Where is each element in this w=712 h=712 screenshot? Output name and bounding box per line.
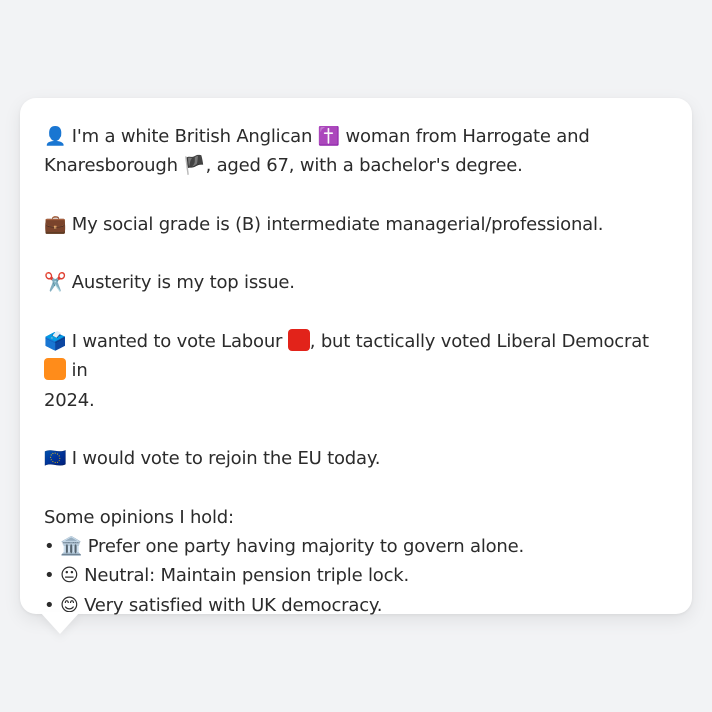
eu-text: I would vote to rejoin the EU today.: [71, 448, 381, 470]
vote-text-3: in: [71, 360, 88, 382]
identity-line: 👤 I'm a white British Anglican ✝️ woman …: [44, 122, 668, 181]
opinion-text: Prefer one party having majority to gove…: [87, 536, 525, 558]
opinion-item: • 🏛️ Prefer one party having majority to…: [44, 532, 668, 561]
eu-flag-icon: 🇪🇺: [44, 448, 67, 470]
scissors-icon: ✂️: [44, 272, 67, 294]
opinion-item: • 😊 Very satisfied with UK democracy.: [44, 591, 668, 620]
labour-color-square-icon: [287, 329, 310, 352]
opinions-heading: Some opinions I hold:: [44, 506, 234, 528]
briefcase-icon: 💼: [44, 213, 67, 235]
cross-icon: ✝️: [317, 126, 340, 147]
identity-text-3: Knaresborough: [44, 155, 178, 177]
opinion-text: Very satisfied with UK democracy.: [84, 594, 383, 616]
opinion-text: Neutral: Maintain pension triple lock.: [84, 565, 410, 587]
persona-text: 👤 I'm a white British Anglican ✝️ woman …: [44, 122, 668, 620]
bullet: •: [44, 536, 55, 558]
bubble-tail: [40, 612, 80, 634]
libdem-color-square-icon: [44, 358, 66, 381]
persona-bubble: 👤 I'm a white British Anglican ✝️ woman …: [20, 98, 692, 616]
vote-text-4: 2024.: [44, 389, 95, 411]
top-issue-text: Austerity is my top issue.: [71, 272, 295, 294]
vote-line: 🗳️ I wanted to vote Labour , but tactica…: [44, 327, 668, 415]
social-grade-text: My social grade is (B) intermediate mana…: [71, 213, 604, 235]
opinion-item: • 😐 Neutral: Maintain pension triple loc…: [44, 561, 668, 590]
identity-text-2: woman from Harrogate and: [345, 126, 590, 147]
bullet: •: [44, 565, 55, 587]
england-flag-icon: 🏴: [183, 155, 206, 177]
identity-text-1: I'm a white British Anglican: [71, 126, 313, 147]
vote-text-2: , but tactically voted Liberal Democrat: [309, 331, 649, 353]
neutral-face-icon: 😐: [59, 565, 79, 587]
identity-text-4: , aged 67, with a bachelor's degree.: [205, 155, 523, 177]
ballot-box-icon: 🗳️: [44, 331, 67, 353]
social-grade-line: 💼 My social grade is (B) intermediate ma…: [44, 210, 668, 239]
person-icon: 👤: [44, 126, 67, 147]
eu-line: 🇪🇺 I would vote to rejoin the EU today.: [44, 444, 668, 473]
classical-building-icon: 🏛️: [59, 536, 83, 558]
top-issue-line: ✂️ Austerity is my top issue.: [44, 268, 668, 297]
vote-text-1: I wanted to vote Labour: [71, 331, 283, 353]
